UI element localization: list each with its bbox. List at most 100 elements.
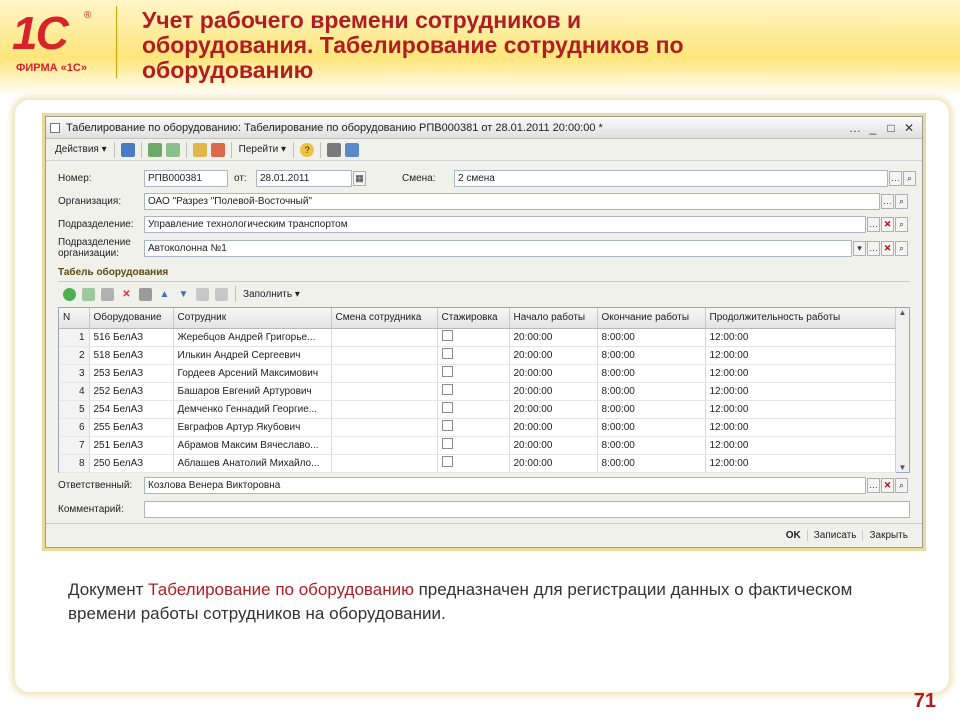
table-row[interactable]: 4 252 БелАЗ Башаров Евгений Артурович 20:00… [59, 382, 896, 401]
scroll-down-icon[interactable]: ▼ [896, 463, 909, 472]
copy-row-icon[interactable] [82, 287, 95, 301]
internship-checkbox[interactable] [441, 348, 453, 359]
duration-cell[interactable]: 12:00:00 [705, 418, 896, 437]
internship-cell[interactable] [437, 400, 510, 419]
internship-cell[interactable] [437, 436, 510, 455]
fill-menu-button[interactable]: Заполнить ▾ [240, 285, 303, 303]
duration-cell[interactable]: 12:00:00 [705, 454, 896, 473]
internship-cell[interactable] [437, 382, 510, 401]
sort-asc-icon[interactable] [196, 287, 209, 301]
employee-cell[interactable]: Илькин Андрей Сергеевич [173, 346, 332, 365]
end-time-cell[interactable]: 8:00:00 [597, 454, 706, 473]
move-up-icon[interactable]: ▲ [158, 288, 171, 301]
duration-cell[interactable]: 12:00:00 [705, 436, 896, 455]
row-number-cell[interactable]: 5 [59, 400, 90, 419]
table-row[interactable]: 2 518 БелАЗ Илькин Андрей Сергеевич 20:00:0… [59, 346, 896, 365]
table-row[interactable]: 1 516 БелАЗ Жеребцов Андрей Григорье... 20:… [59, 328, 896, 347]
internship-checkbox[interactable] [441, 402, 453, 413]
column-header-start[interactable]: Начало работы [509, 308, 598, 329]
internship-checkbox[interactable] [441, 384, 453, 395]
number-field[interactable]: РПВ000381 [144, 170, 228, 187]
end-time-cell[interactable]: 8:00:00 [597, 436, 706, 455]
column-header-equipment[interactable]: Оборудование [89, 308, 174, 329]
start-time-cell[interactable]: 20:00:00 [509, 346, 598, 365]
table-row[interactable]: 8 250 БелАЗ Аблашев Анатолий Михайло... 20:… [59, 454, 896, 473]
column-header-end[interactable]: Окончание работы [597, 308, 706, 329]
internship-checkbox[interactable] [441, 330, 453, 341]
org-department-dropdown-icon[interactable]: ▾ [853, 240, 866, 256]
org-department-search-icon[interactable]: ⌕ [895, 240, 908, 256]
move-down-icon[interactable]: ▼ [177, 288, 190, 301]
employee-shift-cell[interactable] [331, 436, 438, 455]
responsible-search-icon[interactable]: ⌕ [895, 478, 908, 493]
responsible-select-button[interactable]: … [867, 478, 880, 493]
start-time-cell[interactable]: 20:00:00 [509, 436, 598, 455]
shift-field[interactable]: 2 смена [454, 170, 888, 187]
employee-cell[interactable]: Демченко Геннадий Георгие... [173, 400, 332, 419]
print-icon[interactable] [192, 142, 207, 157]
employee-cell[interactable]: Жеребцов Андрей Григорье... [173, 328, 332, 347]
department-field[interactable]: Управление технологическим транспортом [144, 216, 866, 233]
start-time-cell[interactable]: 20:00:00 [509, 454, 598, 473]
actions-menu-button[interactable]: Действия ▾ [52, 141, 110, 159]
employee-shift-cell[interactable] [331, 328, 438, 347]
add-row-icon[interactable] [63, 287, 76, 301]
internship-cell[interactable] [437, 418, 510, 437]
organization-search-icon[interactable]: ⌕ [895, 194, 908, 209]
internship-checkbox[interactable] [441, 420, 453, 431]
close-icon[interactable]: ✕ [900, 121, 918, 135]
row-number-cell[interactable]: 6 [59, 418, 90, 437]
end-edit-icon[interactable] [139, 287, 152, 301]
maximize-icon[interactable]: □ [882, 121, 900, 135]
scroll-up-icon[interactable]: ▲ [896, 308, 909, 317]
minimize-icon[interactable]: _ [864, 121, 882, 135]
equipment-cell[interactable]: 251 БелАЗ [89, 436, 174, 455]
organization-select-button[interactable]: … [881, 194, 894, 209]
table-row[interactable]: 6 255 БелАЗ Евграфов Артур Якубович 20:00:0… [59, 418, 896, 437]
window-titlebar[interactable]: Табелирование по оборудованию: Табелиров… [46, 117, 922, 139]
start-time-cell[interactable]: 20:00:00 [509, 418, 598, 437]
duration-cell[interactable]: 12:00:00 [705, 328, 896, 347]
org-department-clear-icon[interactable]: ✕ [881, 240, 894, 256]
row-number-cell[interactable]: 8 [59, 454, 90, 473]
date-field[interactable]: 28.01.2011 [256, 170, 352, 187]
column-header-employee-shift[interactable]: Смена сотрудника [331, 308, 438, 329]
row-number-cell[interactable]: 7 [59, 436, 90, 455]
start-time-cell[interactable]: 20:00:00 [509, 364, 598, 383]
employee-shift-cell[interactable] [331, 418, 438, 437]
column-header-duration[interactable]: Продолжительность работы [705, 308, 896, 329]
refresh-icon[interactable] [147, 142, 162, 157]
employee-shift-cell[interactable] [331, 382, 438, 401]
column-header-internship[interactable]: Стажировка [437, 308, 510, 329]
equipment-cell[interactable]: 254 БелАЗ [89, 400, 174, 419]
duration-cell[interactable]: 12:00:00 [705, 400, 896, 419]
internship-checkbox[interactable] [441, 438, 453, 449]
org-department-field[interactable]: Автоколонна №1 [144, 239, 852, 257]
column-header-employee[interactable]: Сотрудник [173, 308, 332, 329]
duration-cell[interactable]: 12:00:00 [705, 382, 896, 401]
responsible-clear-icon[interactable]: ✕ [881, 478, 894, 493]
start-time-cell[interactable]: 20:00:00 [509, 400, 598, 419]
delete-row-icon[interactable]: ✕ [120, 288, 133, 301]
employee-cell[interactable]: Аблашев Анатолий Михайло... [173, 454, 332, 473]
end-time-cell[interactable]: 8:00:00 [597, 328, 706, 347]
row-number-cell[interactable]: 4 [59, 382, 90, 401]
employee-cell[interactable]: Гордеев Арсений Максимович [173, 364, 332, 383]
org-department-select-button[interactable]: … [867, 240, 880, 256]
table-row[interactable]: 5 254 БелАЗ Демченко Геннадий Георгие... 20… [59, 400, 896, 419]
equipment-cell[interactable]: 255 БелАЗ [89, 418, 174, 437]
employee-cell[interactable]: Евграфов Артур Якубович [173, 418, 332, 437]
reload-icon[interactable] [165, 142, 180, 157]
equipment-cell[interactable]: 253 БелАЗ [89, 364, 174, 383]
save-button[interactable]: Записать [806, 530, 863, 541]
employee-cell[interactable]: Абрамов Максим Вячеславо... [173, 436, 332, 455]
duration-cell[interactable]: 12:00:00 [705, 346, 896, 365]
sort-desc-icon[interactable] [215, 287, 228, 301]
department-clear-icon[interactable]: ✕ [881, 217, 894, 232]
internship-cell[interactable] [437, 454, 510, 473]
end-time-cell[interactable]: 8:00:00 [597, 364, 706, 383]
equipment-cell[interactable]: 252 БелАЗ [89, 382, 174, 401]
structure-icon[interactable] [327, 142, 342, 157]
employee-shift-cell[interactable] [331, 400, 438, 419]
internship-cell[interactable] [437, 364, 510, 383]
